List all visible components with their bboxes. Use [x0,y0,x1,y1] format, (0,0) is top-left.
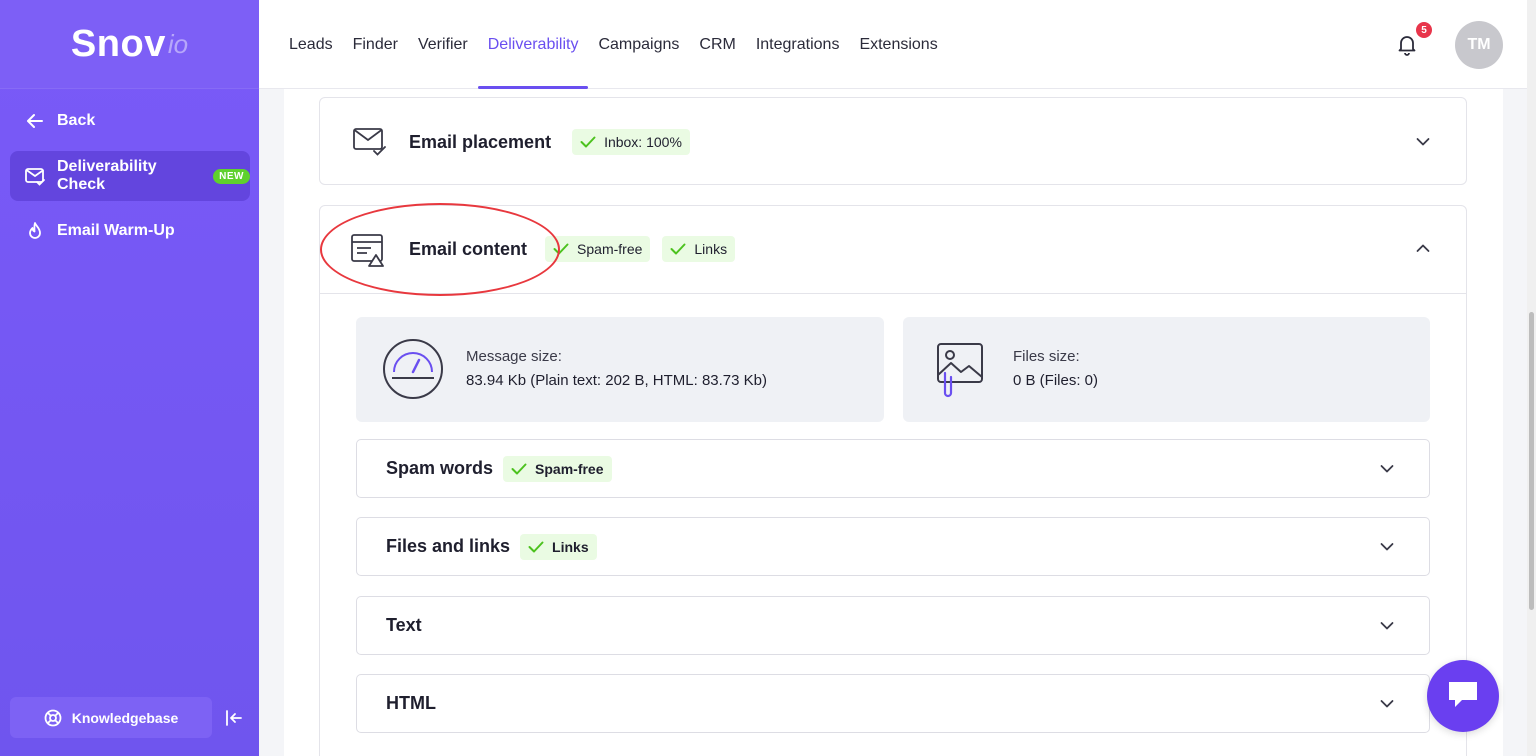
arrow-left-icon [24,110,46,132]
text-section[interactable]: Text [356,596,1430,655]
files-size-value: 0 B (Files: 0) [1013,372,1099,389]
check-icon [670,243,686,255]
flame-icon [24,220,46,242]
logo-text: Snov [70,22,166,65]
files-and-links-header: Files and links Links [386,518,597,575]
text-section-header: Text [386,597,422,654]
spam-words-header: Spam words Spam-free [386,440,612,497]
knowledgebase-label: Knowledgebase [71,709,179,726]
sidebar-item-email-warm-up[interactable]: Email Warm-Up [10,206,250,256]
spam-free-badge-label: Spam-free [535,460,604,477]
image-attachment-icon [935,341,985,406]
chevron-down-icon[interactable] [1379,618,1395,634]
knowledgebase-button[interactable]: Knowledgebase [10,697,212,738]
new-badge: NEW [213,168,250,184]
sidebar-item-label: Deliverability Check [57,158,157,193]
check-icon [580,136,596,148]
nav-leads[interactable]: Leads [279,0,343,89]
nav-verifier[interactable]: Verifier [408,0,478,89]
logo[interactable]: Snov io [0,0,259,89]
sidebar-item-deliverability-check[interactable]: Deliverability Check NEW [10,151,250,201]
chevron-up-icon[interactable] [1415,240,1431,256]
email-placement-card[interactable]: Email placement Inbox: 100% [319,97,1467,185]
links-badge: Links [662,236,736,262]
spam-words-section[interactable]: Spam words Spam-free [356,439,1430,498]
nav-finder[interactable]: Finder [343,0,408,89]
links-badge-label: Links [694,241,728,257]
inbox-badge: Inbox: 100% [572,129,690,155]
lifebuoy-icon [44,709,62,727]
chevron-down-icon[interactable] [1379,696,1395,712]
chevron-down-icon[interactable] [1415,134,1431,150]
chat-bubble-icon [1446,679,1480,714]
scrollbar-thumb[interactable] [1529,312,1534,610]
files-and-links-title: Files and links [386,536,511,556]
collapse-sidebar-icon[interactable] [222,706,246,730]
html-section-header: HTML [386,675,436,732]
spam-words-title: Spam words [386,458,494,478]
nav-extensions[interactable]: Extensions [849,0,947,89]
inbox-badge-label: Inbox: 100% [604,134,682,150]
mail-check-icon [24,165,46,187]
nav-deliverability[interactable]: Deliverability [477,0,589,89]
sidebar: Snov io Back Deliverability Check NEW Ema… [0,0,259,756]
top-navbar: Leads Finder Verifier Deliverability Cam… [259,0,1536,89]
message-size-value: 83.94 Kb (Plain text: 202 B, HTML: 83.73… [466,372,767,389]
message-size-label: Message size: [466,348,562,365]
message-size-box: Message size: 83.94 Kb (Plain text: 202 … [356,317,884,422]
back-link[interactable]: Back [10,96,250,146]
nav-crm[interactable]: CRM [689,0,745,89]
check-icon [511,463,527,475]
logo-suffix: io [167,28,189,59]
chevron-down-icon[interactable] [1379,539,1395,555]
text-section-title: Text [386,615,422,635]
links-badge: Links [520,533,597,560]
spam-free-badge-label: Spam-free [577,241,643,257]
email-placement-header: Email placement Inbox: 100% [409,128,690,156]
files-size-label: Files size: [1013,348,1080,365]
avatar[interactable]: TM [1455,21,1503,69]
chevron-down-icon[interactable] [1379,461,1395,477]
files-and-links-section[interactable]: Files and links Links [356,517,1430,576]
spam-free-badge: Spam-free [545,236,651,262]
gauge-icon [382,338,444,405]
nav-campaigns[interactable]: Campaigns [588,0,689,89]
links-badge-label: Links [552,538,589,555]
sidebar-item-label: Email Warm-Up [57,222,175,239]
divider [320,293,1466,294]
html-section-title: HTML [386,693,436,713]
mail-check-icon [352,125,388,164]
highlight-annotation [320,203,560,296]
bell-icon[interactable] [1395,32,1419,56]
chat-widget-button[interactable] [1427,660,1499,732]
html-section[interactable]: HTML [356,674,1430,733]
notification-count-badge: 5 [1416,22,1432,38]
main-nav: Leads Finder Verifier Deliverability Cam… [279,0,948,89]
files-size-box: Files size: 0 B (Files: 0) [903,317,1430,422]
nav-integrations[interactable]: Integrations [746,0,850,89]
back-label: Back [57,112,96,129]
check-icon [528,541,544,553]
email-placement-title: Email placement [409,131,552,152]
spam-free-badge: Spam-free [503,455,612,482]
